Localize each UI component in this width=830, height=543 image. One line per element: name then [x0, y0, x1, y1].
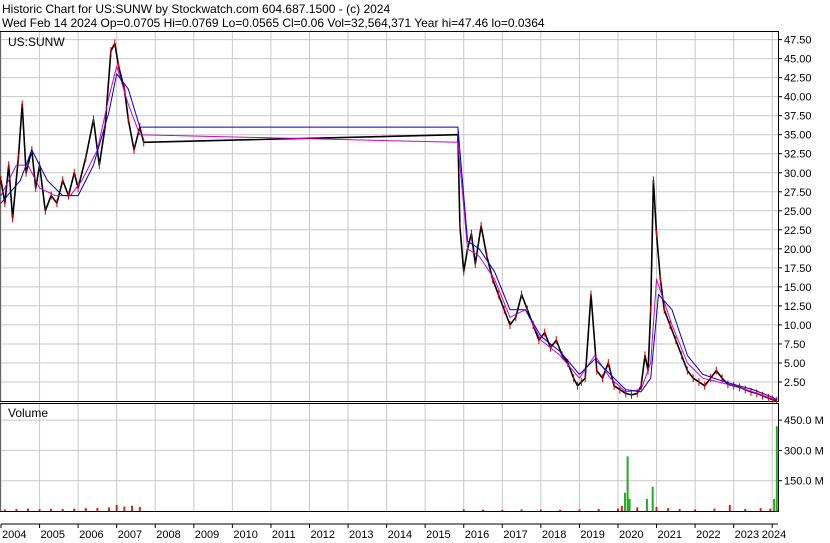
volume-bar [616, 508, 619, 511]
x-axis: 2004 2005 2006 2007 2008 2009 2010 2011 2012 2013… [0, 523, 786, 541]
volume-bar [501, 509, 504, 511]
chart-header-title: Historic Chart for US:SUNW by Stockwatch… [2, 2, 390, 16]
x-tick-label: 2020 [619, 529, 643, 541]
volume-bar [539, 509, 542, 511]
volume-bar [626, 456, 629, 511]
volume-bar [728, 504, 731, 511]
x-tick-label: 2019 [580, 529, 604, 541]
price-y-tick-label: 45.00 [784, 54, 812, 66]
volume-y-tick-label: 150.0 M [784, 476, 824, 488]
volume-bar [628, 498, 631, 511]
price-y-tick-label: 32.50 [784, 149, 812, 161]
x-tick-label: 2018 [542, 529, 566, 541]
x-tick-label: 2022 [696, 529, 720, 541]
volume-y-tick-label: 300.0 M [784, 445, 824, 457]
volume-bar [482, 509, 485, 511]
volume-bar [678, 508, 681, 511]
volume-panel: 150.0 M 300.0 M 450.0 M Volume [0, 403, 824, 512]
price-y-axis: 2.50 5.00 7.50 10.00 12.50 15.00 17.50 20.00 22.… [778, 35, 812, 389]
price-panel-title: US:SUNW [8, 35, 65, 49]
volume-bar [694, 509, 697, 511]
x-tick-label: 2009 [195, 529, 219, 541]
volume-panel-title: Volume [8, 406, 48, 420]
chart-header-quote: Wed Feb 14 2024 Op=0.0705 Hi=0.0769 Lo=0… [2, 16, 545, 30]
volume-bar [759, 508, 762, 511]
volume-bar [462, 509, 465, 511]
volume-bar [131, 505, 134, 511]
volume-bar [138, 506, 141, 511]
price-y-tick-label: 2.50 [784, 377, 805, 389]
price-y-tick-label: 7.50 [784, 339, 805, 351]
x-tick-label: 2010 [233, 529, 257, 541]
volume-bar [744, 508, 747, 511]
x-tick-label: 2014 [388, 529, 412, 541]
volume-bar [645, 498, 648, 511]
volume-bar [623, 492, 626, 511]
price-y-tick-label: 37.50 [784, 111, 812, 123]
price-y-tick-label: 22.50 [784, 225, 812, 237]
volume-bar [559, 509, 562, 511]
price-y-tick-label: 40.00 [784, 92, 812, 104]
price-panel: 2.50 5.00 7.50 10.00 12.50 15.00 17.50 20.00 22.… [0, 31, 812, 405]
volume-bar [775, 426, 778, 511]
price-panel-frame [0, 31, 779, 402]
price-y-tick-label: 30.00 [784, 168, 812, 180]
volume-bar [773, 498, 776, 511]
volume-bar [578, 509, 581, 511]
price-y-tick-label: 5.00 [784, 358, 805, 370]
x-tick-label: 2012 [310, 529, 334, 541]
volume-bar [655, 506, 658, 511]
volume-bar [3, 509, 6, 511]
x-tick-label: 2024 [762, 529, 786, 541]
x-tick-label: 2005 [41, 529, 65, 541]
volume-y-axis: 150.0 M 300.0 M 450.0 M [778, 415, 824, 488]
volume-bar [107, 507, 110, 511]
volume-bar [84, 508, 87, 511]
price-y-tick-label: 42.50 [784, 73, 812, 85]
volume-bar [26, 508, 29, 511]
stock-chart: Historic Chart for US:SUNW by Stockwatch… [0, 2, 824, 541]
volume-bar [636, 507, 639, 511]
price-y-tick-label: 25.00 [784, 206, 812, 218]
x-tick-label: 2007 [118, 529, 142, 541]
x-tick-label: 2011 [272, 529, 296, 541]
volume-bar [61, 508, 64, 511]
volume-bar [620, 505, 623, 511]
volume-bar [667, 508, 670, 511]
volume-bar [38, 509, 41, 511]
price-y-tick-label: 10.00 [784, 320, 812, 332]
x-tick-label: 2008 [156, 529, 180, 541]
price-y-tick-label: 17.50 [784, 263, 812, 275]
price-y-tick-label: 47.50 [784, 35, 812, 47]
volume-bar [651, 486, 654, 511]
x-tick-label: 2023 [735, 529, 759, 541]
price-y-tick-label: 27.50 [784, 187, 812, 199]
volume-bar [50, 508, 53, 511]
volume-bar [769, 508, 772, 511]
price-y-tick-label: 12.50 [784, 301, 812, 313]
volume-bar [115, 504, 118, 511]
x-tick-label: 2004 [2, 529, 26, 541]
x-tick-label: 2017 [503, 529, 527, 541]
volume-bar [713, 508, 716, 511]
volume-bar [96, 507, 99, 511]
volume-bar [15, 508, 18, 511]
volume-bar [123, 506, 126, 511]
x-tick-label: 2021 [658, 529, 682, 541]
x-tick-label: 2006 [79, 529, 103, 541]
volume-bar [520, 509, 523, 511]
volume-bar [73, 508, 76, 511]
x-tick-label: 2013 [349, 529, 373, 541]
x-tick-label: 2015 [426, 529, 450, 541]
price-y-tick-label: 35.00 [784, 130, 812, 142]
x-tick-label: 2016 [465, 529, 489, 541]
price-y-tick-label: 20.00 [784, 244, 812, 256]
price-y-tick-label: 15.00 [784, 282, 812, 294]
volume-y-tick-label: 450.0 M [784, 415, 824, 427]
volume-bar [597, 508, 600, 511]
